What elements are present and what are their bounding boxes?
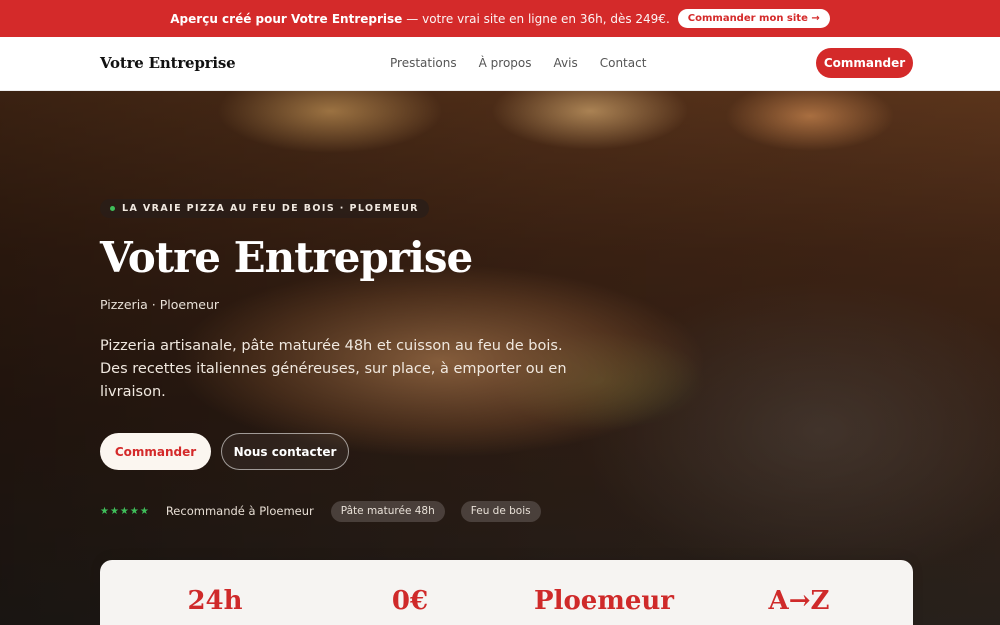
rating-stars-icon: ★★★★★: [100, 505, 150, 517]
nav-link-contact[interactable]: Contact: [600, 56, 647, 70]
nav-link-prestations[interactable]: Prestations: [390, 56, 457, 70]
chip-dough: Pâte maturée 48h: [330, 500, 445, 522]
trust-row: ★★★★★ Recommandé à Ploemeur Pâte maturée…: [100, 500, 541, 522]
hero-contact-button[interactable]: Nous contacter: [221, 433, 349, 470]
hero-title: Votre Entreprise: [100, 233, 473, 282]
brand-logo[interactable]: Votre Entreprise: [100, 54, 236, 72]
order-site-button[interactable]: Commander mon site →: [677, 9, 830, 28]
stats-card: 24h 0€ Ploemeur A→Z: [100, 560, 913, 625]
nav-links: Prestations À propos Avis Contact: [390, 56, 646, 70]
top-nav: Votre Entreprise Prestations À propos Av…: [0, 37, 1000, 91]
stat-delay: 24h: [187, 586, 243, 616]
hero-order-button[interactable]: Commander: [100, 433, 211, 470]
hero-eyebrow-badge: LA VRAIE PIZZA AU FEU DE BOIS · PLOEMEUR: [100, 199, 429, 218]
stat-scope: A→Z: [768, 586, 830, 616]
stat-location: Ploemeur: [534, 586, 674, 616]
promo-bold-text: Aperçu créé pour Votre Entreprise: [170, 11, 403, 26]
promo-banner: Aperçu créé pour Votre Entreprise — votr…: [0, 0, 1000, 37]
eyebrow-text: LA VRAIE PIZZA AU FEU DE BOIS · PLOEMEUR: [122, 203, 419, 214]
status-dot-icon: [110, 206, 115, 211]
stat-price: 0€: [391, 586, 429, 616]
hero-section: LA VRAIE PIZZA AU FEU DE BOIS · PLOEMEUR…: [0, 91, 1000, 625]
promo-text: — votre vrai site en ligne en 36h, dès 2…: [406, 11, 670, 26]
nav-link-about[interactable]: À propos: [479, 56, 532, 70]
hero-description: Pizzeria artisanale, pâte maturée 48h et…: [100, 338, 567, 400]
hero-subtitle: Pizzeria · Ploemeur: [100, 297, 220, 312]
trust-text: Recommandé à Ploemeur: [165, 504, 314, 518]
nav-link-reviews[interactable]: Avis: [554, 56, 578, 70]
chip-wood-fire: Feu de bois: [460, 500, 541, 522]
nav-order-button[interactable]: Commander: [816, 48, 913, 78]
